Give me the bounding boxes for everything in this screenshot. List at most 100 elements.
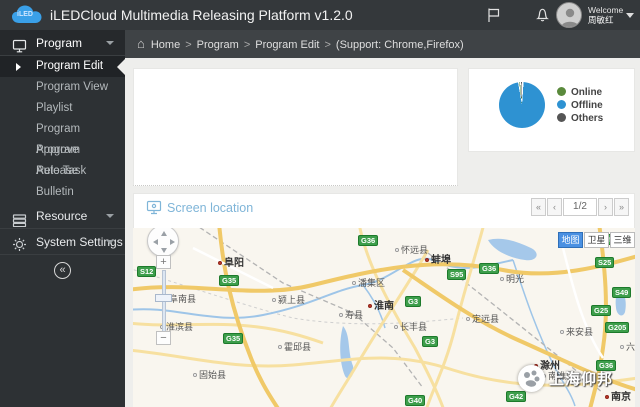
city-dot <box>466 317 470 321</box>
user-avatar[interactable] <box>556 2 582 28</box>
screen-location-title: Screen location <box>167 201 254 215</box>
app-window: iLED iLEDCloud Multimedia Releasing Plat… <box>0 0 640 407</box>
last-page-button[interactable]: » <box>614 198 629 216</box>
screen-location-header: Screen location «‹ 1/2 ›» <box>133 193 635 222</box>
road-badge: G35 <box>223 333 244 344</box>
road-badge: G36 <box>358 235 379 246</box>
first-page-button[interactable]: « <box>531 198 546 216</box>
road-badge: S12 <box>137 266 157 277</box>
sidebar-section-resource[interactable]: Resource <box>0 203 125 229</box>
map-city-label: 潘集区 <box>352 276 385 289</box>
screen-status-card: Online Offline Others <box>468 68 635 152</box>
road-badge: G35 <box>219 275 240 286</box>
city-dot <box>193 373 197 377</box>
map-city-label: 来安县 <box>560 325 593 338</box>
pie-legend: Online Offline Others <box>557 87 603 126</box>
map-city-label: 固始县 <box>193 368 226 381</box>
breadcrumb-item[interactable]: (Support: Chrome,Firefox) <box>336 39 464 51</box>
road-badge: S95 <box>447 269 467 280</box>
chevron-down-icon <box>106 214 114 218</box>
map-city-label: 六合区 <box>620 340 635 353</box>
road-badge: G25 <box>591 305 612 316</box>
sidebar-section-system-settings[interactable]: System Settings <box>0 229 125 255</box>
city-dot <box>605 395 609 399</box>
bell-icon[interactable] <box>535 7 550 28</box>
sidebar-item-bulletin[interactable]: Bulletin <box>0 182 125 203</box>
city-dot <box>278 345 282 349</box>
map-city-label: 颍上县 <box>272 293 305 306</box>
legend-item-online: Online <box>557 87 603 99</box>
flag-icon[interactable] <box>486 7 501 28</box>
city-dot <box>425 258 429 262</box>
next-page-button[interactable]: › <box>598 198 613 216</box>
city-dot <box>352 281 356 285</box>
city-dot <box>620 345 624 349</box>
user-menu-caret-icon[interactable] <box>626 13 634 18</box>
map-canvas[interactable]: 阜阳 阜南县 淮滨县 颍上县 潘集区 淮南 寿县 长丰县 定远县 霍邱县 固始县 怀远县 蚌埠 明光 来安县… <box>133 228 635 407</box>
map-zoom-handle[interactable] <box>155 294 172 302</box>
sidebar-item-program-view[interactable]: Program View <box>0 77 125 98</box>
road-badge: G3 <box>422 336 439 347</box>
city-dot <box>339 313 343 317</box>
road-badge: G205 <box>605 322 630 333</box>
map-type-button-2[interactable]: 卫星 <box>584 232 609 248</box>
map-city-label: 怀远县 <box>395 243 428 256</box>
legend-dot <box>557 113 566 122</box>
chevron-down-icon <box>106 41 114 45</box>
stats-summary-card <box>133 68 458 186</box>
legend-item-offline: Offline <box>557 100 603 112</box>
prev-page-button[interactable]: ‹ <box>547 198 562 216</box>
legend-dot <box>557 87 566 96</box>
breadcrumb-item[interactable]: Program Edit <box>255 39 319 51</box>
home-icon[interactable]: ⌂ <box>137 36 145 51</box>
breadcrumb-item[interactable]: Program <box>197 39 239 51</box>
city-dot <box>272 298 276 302</box>
map-zoom-out-button[interactable]: − <box>156 331 171 345</box>
welcome-block[interactable]: Welcome 周敏红 <box>588 5 623 25</box>
breadcrumb-separator: > <box>243 39 251 51</box>
map-city-label: 长丰县 <box>394 320 427 333</box>
map-zoom-in-button[interactable]: + <box>156 255 171 269</box>
map-pager: «‹ 1/2 ›» <box>530 198 629 216</box>
sidebar-nav: Program Program Edit Program View Playlist… <box>0 30 125 407</box>
sidebar-section-program[interactable]: Program <box>0 30 125 56</box>
city-dot <box>395 248 399 252</box>
road-badge: G3 <box>405 296 422 307</box>
sidebar-section-label: Program <box>36 36 83 50</box>
screen-status-pie-chart <box>499 82 545 128</box>
app-logo-text: iLED <box>17 11 33 18</box>
watermark-logo-icon <box>518 365 545 392</box>
sidebar-collapse-button[interactable]: « <box>54 262 71 279</box>
sidebar-item-playlist[interactable]: Playlist <box>0 98 125 119</box>
map-city-label: 霍邱县 <box>278 340 311 353</box>
top-header: iLED iLEDCloud Multimedia Releasing Plat… <box>0 0 640 30</box>
program-submenu: Program Edit Program View Playlist Program … <box>0 56 125 203</box>
map-city-label: 寿县 <box>339 308 363 321</box>
map-city-label: 定远县 <box>466 312 499 325</box>
map-type-button-3[interactable]: 三维 <box>610 232 635 248</box>
breadcrumb: ⌂ Home > Program > Program Edit > (Support: Chr… <box>125 30 640 58</box>
page-indicator: 1/2 <box>563 198 597 216</box>
breadcrumb-separator: > <box>185 39 192 51</box>
map-pan-control[interactable] <box>147 228 179 257</box>
road-badge: G42 <box>506 391 527 402</box>
sidebar-section-label: Resource <box>36 209 88 223</box>
sidebar-item-auto-task[interactable]: Auto Task <box>0 161 125 182</box>
map-type-button-1[interactable]: 地图 <box>558 232 583 248</box>
screen-location-icon <box>146 200 162 220</box>
map-city-label: 阜阳 <box>218 254 244 269</box>
sidebar-item-program-release[interactable]: Program Release <box>0 140 125 177</box>
city-dot <box>560 330 564 334</box>
breadcrumb-item[interactable]: Home <box>151 39 180 51</box>
city-dot <box>394 325 398 329</box>
city-dot <box>368 304 372 308</box>
road-badge: G40 <box>405 395 426 406</box>
map-city-label: 淮南 <box>368 297 394 312</box>
map-city-label: 蚌埠 <box>425 251 451 266</box>
map-city-label: 南京 <box>605 388 631 403</box>
sidebar-item-program-approve[interactable]: Program Approve <box>0 119 125 156</box>
sidebar-item-program-edit[interactable]: Program Edit <box>0 56 125 77</box>
chevron-down-icon <box>106 240 114 244</box>
map-city-label: 明光 <box>500 272 524 285</box>
road-badge: G36 <box>479 263 500 274</box>
